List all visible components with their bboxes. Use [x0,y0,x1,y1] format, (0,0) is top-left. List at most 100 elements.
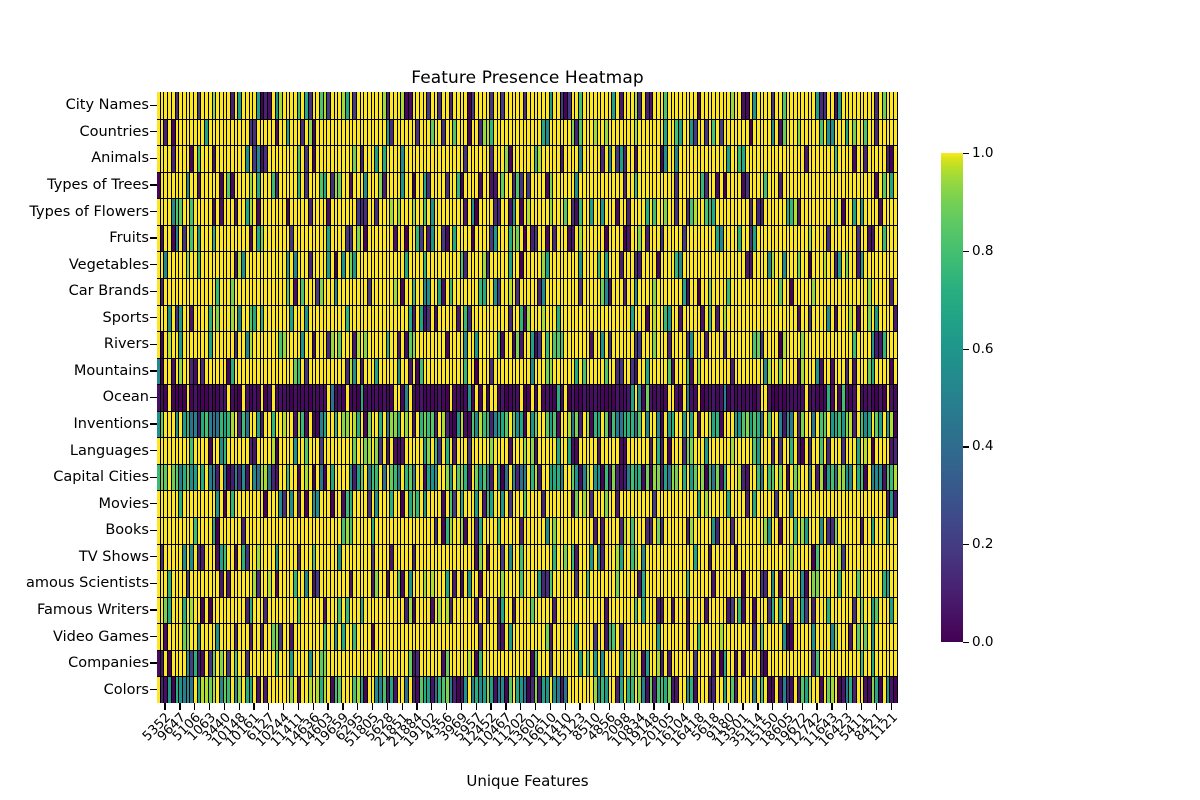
heatmap-row [157,623,898,650]
y-tick-slot [150,490,157,517]
heatmap-row-gridline [157,251,898,252]
x-tick-mark [727,703,729,710]
y-axis-tick-labels: City Names Countries Animals Types of Trees… [0,92,150,703]
y-axis-label-slot: Ocean [0,384,150,411]
y-tick-slot [150,676,157,703]
y-tick-slot [150,597,157,624]
y-axis-label-slot: Books [0,517,150,544]
colorbar-tick-mark [963,642,969,644]
y-tick-mark [150,396,157,399]
heatmap-row [157,304,898,332]
x-tick-mark [327,703,329,710]
heatmap-row-gridline [157,411,898,412]
y-axis-label-slot: Mountains [0,358,150,385]
heatmap-row [157,145,898,172]
colorbar-tick-label-1: 0.2 [972,536,994,553]
heatmap-row-gridline [157,544,898,545]
x-tick-mark [653,703,655,710]
heatmap-cell [893,224,898,252]
y-axis-label-5: Fruits [109,230,149,247]
heatmap-cell [893,490,898,517]
x-tick-mark [890,703,892,710]
y-tick-slot [150,464,157,491]
y-axis-label-20: Video Games [53,628,149,645]
y-tick-slot [150,172,157,199]
y-tick-slot [150,570,157,597]
heatmap-row-gridline [157,623,898,624]
y-tick-mark [150,210,157,213]
colorbar[interactable]: 0.0 0.2 0.4 0.6 0.8 1.0 [941,145,993,650]
y-tick-slot [150,437,157,464]
y-tick-mark [150,370,157,372]
heatmap-row-gridline [157,358,898,359]
x-tick-mark [549,703,552,710]
x-tick-mark [445,703,448,710]
heatmap-row-gridline [157,570,898,571]
y-axis-label-slot: City Names [0,92,150,119]
heatmap-row-gridline [157,225,898,226]
x-tick-mark [401,703,403,710]
heatmap-cell [893,410,898,438]
heatmap-plot-area[interactable] [157,92,898,703]
heatmap-row-gridline [157,119,898,120]
y-axis-label-1: Countries [79,123,149,140]
y-axis-label-9: Rivers [103,336,149,353]
y-axis-label-slot: Inventions [0,411,150,438]
heatmap-row [157,649,898,677]
x-tick-mark [712,703,715,710]
heatmap-row [157,384,898,411]
y-tick-mark [150,423,157,425]
y-tick-slot [150,544,157,571]
heatmap-cell [893,171,898,199]
heatmap-cell [893,596,898,624]
y-axis-label-12: Inventions [73,416,150,433]
colorbar-tick-mark [963,250,969,253]
chart-title: Feature Presence Heatmap [411,68,644,88]
y-tick-slot [150,623,157,650]
heatmap-cell [893,357,898,385]
y-tick-mark [150,237,157,239]
y-tick-mark [150,264,157,266]
y-tick-slot [150,145,157,172]
y-axis-label-15: Movies [98,495,149,512]
y-axis-label-slot: Rivers [0,331,150,358]
y-axis-label-slot: amous Scientists [0,570,150,597]
heatmap-cell [893,304,898,332]
y-tick-slot [150,225,157,252]
colorbar-tick-label-0: 0.0 [972,634,994,650]
x-tick-mark [490,703,492,710]
y-axis-label-8: Sports [102,309,149,326]
heatmap-row-gridline [157,490,898,491]
y-axis-label-6: Vegetables [68,256,149,273]
y-axis-label-slot: Capital Cities [0,464,150,491]
heatmap-row [157,277,898,305]
heatmap-cell [893,623,898,650]
y-axis-label-11: Ocean [102,389,149,406]
heatmap-row-gridline [157,676,898,677]
x-tick-mark [846,703,848,710]
x-tick-mark [860,703,863,710]
heatmap-row-gridline [157,172,898,173]
y-tick-slot [150,119,157,146]
x-tick-mark [579,703,581,710]
x-tick-mark [460,703,463,710]
y-axis-label-7: Car Brands [68,283,149,300]
y-axis-label-slot: Sports [0,305,150,332]
x-axis-ticks [157,703,898,711]
y-axis-label-slot: TV Shows [0,544,150,571]
heatmap-row [157,463,898,491]
figure-canvas: Feature Presence Heatmap City Names Count… [0,0,1200,800]
y-axis-label-slot: Companies [0,650,150,677]
x-tick-mark [772,703,774,710]
x-tick-mark [564,703,566,710]
x-tick-mark [801,703,803,710]
y-tick-slot [150,92,157,119]
y-tick-slot [150,331,157,358]
heatmap-row [157,410,898,438]
heatmap-row [157,224,898,252]
y-axis-label-slot: Countries [0,119,150,146]
y-tick-mark [150,662,157,664]
heatmap-row [157,331,898,358]
y-tick-slot [150,305,157,332]
x-tick-mark [594,703,596,710]
